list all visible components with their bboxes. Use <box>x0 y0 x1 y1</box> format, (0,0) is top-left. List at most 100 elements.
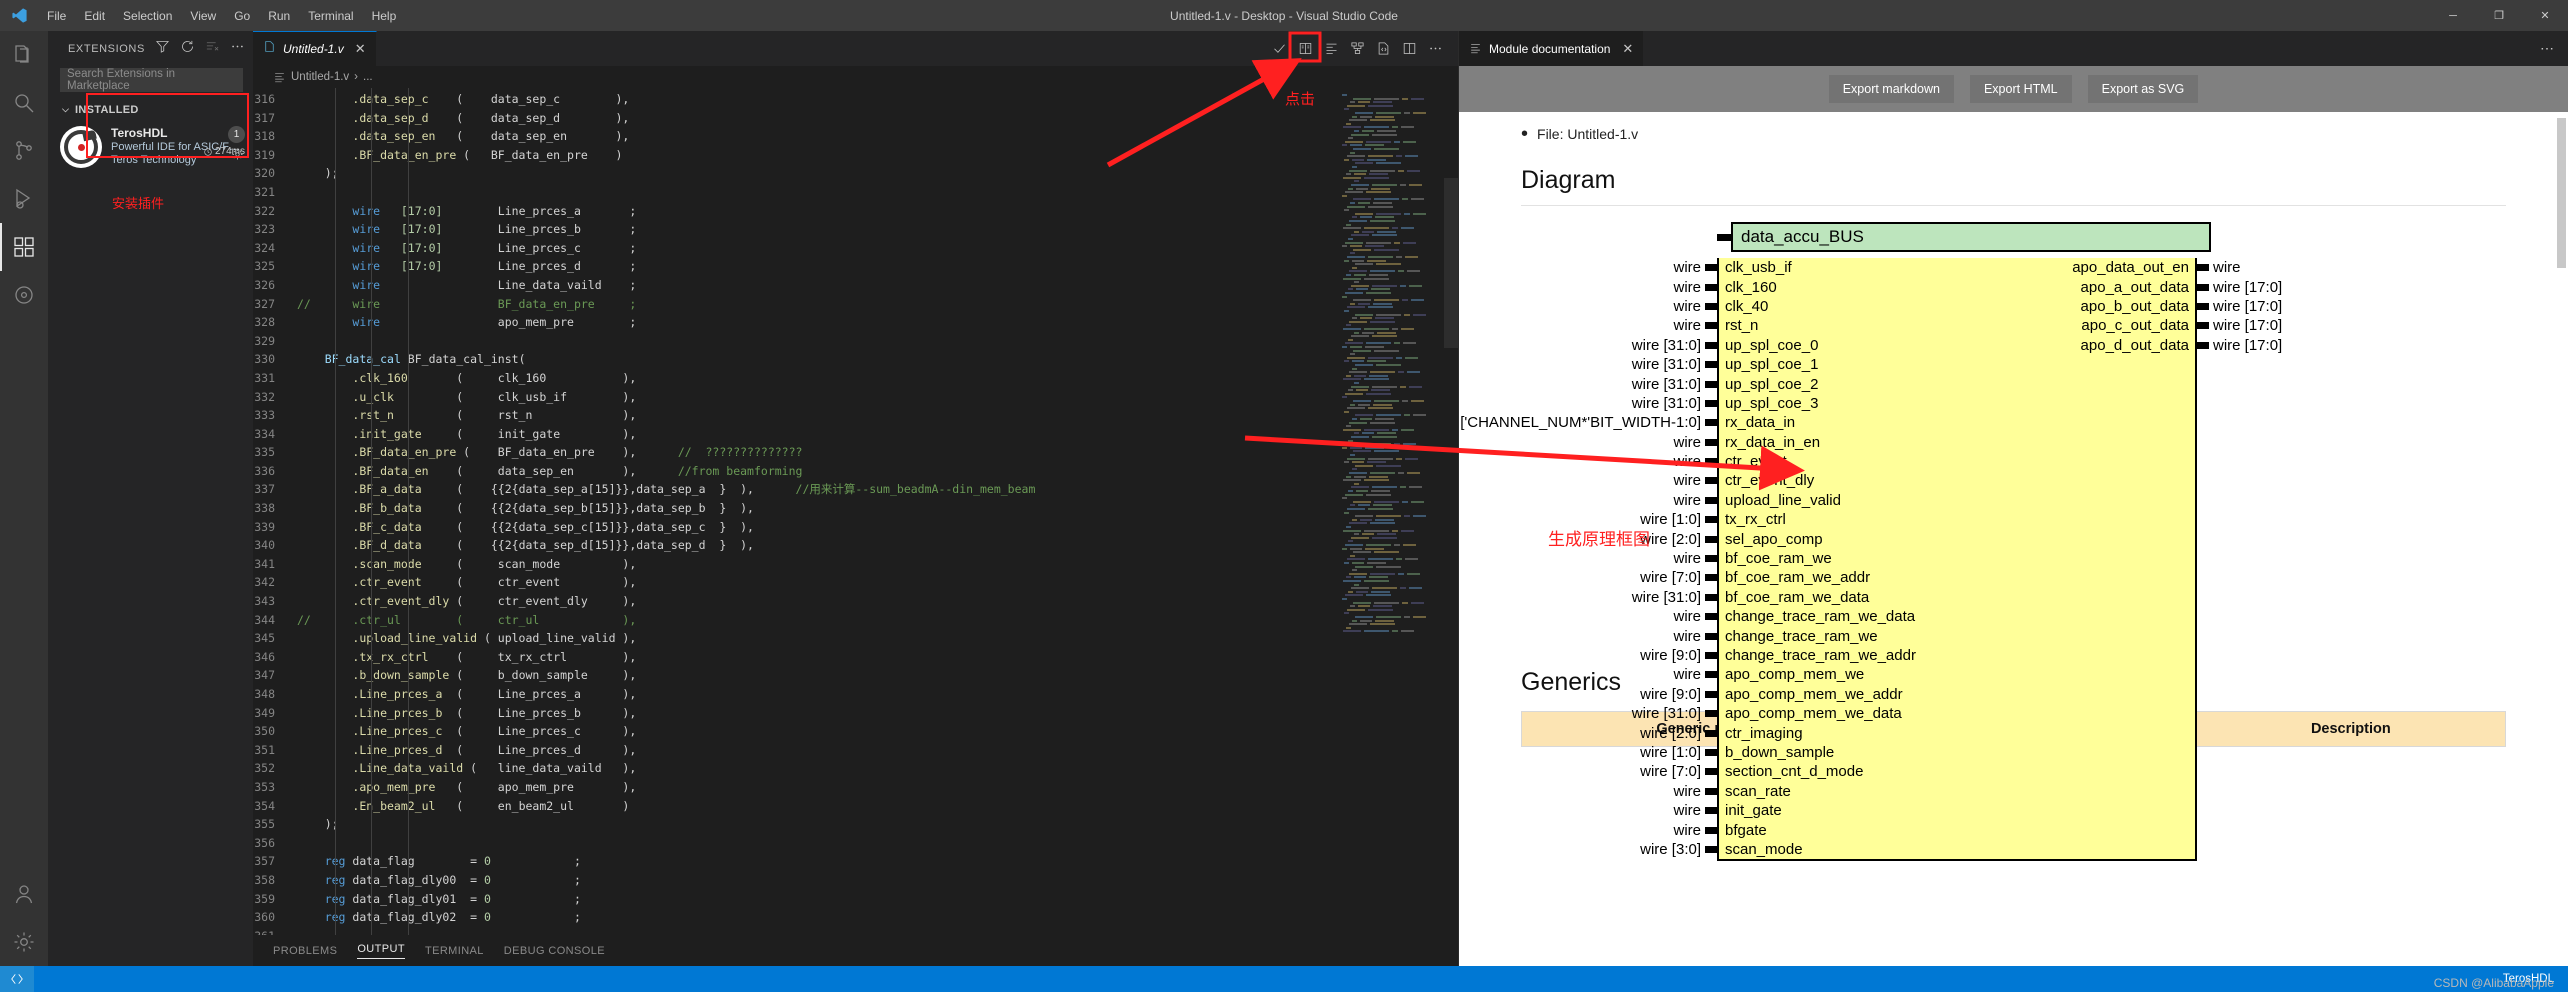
code-line[interactable]: 332 .u_clk ( clk_usb_if ), <box>253 388 1338 407</box>
editor-tab-actions[interactable] <box>1266 31 1458 66</box>
code-line[interactable]: 342 .ctr_event ( ctr_event ), <box>253 573 1338 592</box>
code-line[interactable]: 323 wire [17:0] Line_prces_b ; <box>253 220 1338 239</box>
panel-tab-terminal[interactable]: TERMINAL <box>425 945 484 957</box>
code-line[interactable]: 343 .ctr_event_dly ( ctr_event_dly ), <box>253 592 1338 611</box>
code-line[interactable]: 352 .Line_data_vaild ( line_data_vaild )… <box>253 759 1338 778</box>
code-line[interactable]: 356 <box>253 834 1338 853</box>
template-code-icon[interactable] <box>1370 31 1396 66</box>
breadcrumb[interactable]: Untitled-1.v › ... <box>253 66 1458 88</box>
activity-extensions-icon[interactable] <box>0 223 48 271</box>
activity-teros-hdl-icon[interactable] <box>0 271 48 319</box>
code-line[interactable]: 333 .rst_n ( rst_n ), <box>253 406 1338 425</box>
code-line[interactable]: 345 .upload_line_valid ( upload_line_val… <box>253 629 1338 648</box>
extension-item-teroshdl[interactable]: TerosHDL Powerful IDE for ASIC/FPGA stat… <box>48 120 253 174</box>
breadcrumb-file[interactable]: Untitled-1.v <box>291 71 349 83</box>
code-line[interactable]: 322 wire [17:0] Line_prces_a ; <box>253 202 1338 221</box>
code-line[interactable]: 359 reg data_flag_dly01 = 0 ; <box>253 890 1338 909</box>
state-machine-icon[interactable] <box>1318 31 1344 66</box>
code-line[interactable]: 324 wire [17:0] Line_prces_c ; <box>253 239 1338 258</box>
code-line[interactable]: 348 .Line_prces_a ( Line_prces_a ), <box>253 685 1338 704</box>
code-line[interactable]: 319 .BF_data_en_pre ( BF_data_en_pre ) <box>253 146 1338 165</box>
menu-view[interactable]: View <box>181 5 225 27</box>
installed-section-header[interactable]: INSTALLED <box>48 100 253 120</box>
menu-run[interactable]: Run <box>259 5 299 27</box>
code-line[interactable]: 354 .En_beam2_ul ( en_beam2_ul ) <box>253 797 1338 816</box>
tab-module-documentation[interactable]: Module documentation ✕ <box>1459 31 1644 66</box>
activity-search-icon[interactable] <box>0 79 48 127</box>
code-line[interactable]: 347 .b_down_sample ( b_down_sample ), <box>253 666 1338 685</box>
tab-untitled-1-v[interactable]: Untitled-1.v ✕ <box>253 31 377 66</box>
minimap-slider[interactable] <box>1444 178 1458 348</box>
split-editor-icon[interactable] <box>1396 31 1422 66</box>
clear-search-icon[interactable] <box>205 39 220 59</box>
code-line[interactable]: 341 .scan_mode ( scan_mode ), <box>253 555 1338 574</box>
menu-bar[interactable]: File Edit Selection View Go Run Terminal… <box>38 5 405 27</box>
code-line[interactable]: 328 wire apo_mem_pre ; <box>253 313 1338 332</box>
check-icon[interactable] <box>1266 31 1292 66</box>
refresh-icon[interactable] <box>180 39 195 59</box>
code-line[interactable]: 331 .clk_160 ( clk_160 ), <box>253 369 1338 388</box>
menu-edit[interactable]: Edit <box>75 5 114 27</box>
sidebar-actions[interactable] <box>155 39 245 59</box>
extension-gear-icon[interactable] <box>231 148 244 166</box>
code-line[interactable]: 350 .Line_prces_c ( Line_prces_c ), <box>253 722 1338 741</box>
code-line[interactable]: 320 ); <box>253 164 1338 183</box>
code-line[interactable]: 339 .BF_c_data ( {{2{data_sep_c[15]}},da… <box>253 518 1338 537</box>
panel-tab-problems[interactable]: PROBLEMS <box>273 945 337 957</box>
filter-icon[interactable] <box>155 39 170 59</box>
code-line[interactable]: 344 // .ctr_ul ( ctr_ul ), <box>253 611 1338 630</box>
code-editor[interactable]: 316 .data_sep_c ( data_sep_c ), 317 .data… <box>253 88 1338 935</box>
code-line[interactable]: 357 reg data_flag = 0 ; <box>253 852 1338 871</box>
activity-source-control-icon[interactable] <box>0 127 48 175</box>
breadcrumb-more[interactable]: ... <box>363 71 373 83</box>
panel-tab-bar[interactable]: PROBLEMS OUTPUT TERMINAL DEBUG CONSOLE <box>253 935 1458 966</box>
code-line[interactable]: 336 .BF_data_en ( data_sep_en ), //from … <box>253 462 1338 481</box>
code-line[interactable]: 353 .apo_mem_pre ( apo_mem_pre ), <box>253 778 1338 797</box>
editor-more-actions-icon[interactable] <box>1422 31 1448 66</box>
code-line[interactable]: 334 .init_gate ( init_gate ), <box>253 425 1338 444</box>
doc-panel-more-icon[interactable]: ⋯ <box>2540 40 2568 57</box>
activity-account-icon[interactable] <box>0 870 48 918</box>
menu-go[interactable]: Go <box>225 5 259 27</box>
code-line[interactable]: 316 .data_sep_c ( data_sep_c ), <box>253 90 1338 109</box>
menu-file[interactable]: File <box>38 5 75 27</box>
tab-close-icon[interactable]: ✕ <box>355 41 366 57</box>
schematic-icon[interactable] <box>1344 31 1370 66</box>
code-line[interactable]: 358 reg data_flag_dly00 = 0 ; <box>253 871 1338 890</box>
activity-settings-gear-icon[interactable] <box>0 918 48 966</box>
code-line[interactable]: 337 .BF_a_data ( {{2{data_sep_a[15]}},da… <box>253 480 1338 499</box>
export-html-button[interactable]: Export HTML <box>1969 75 2072 103</box>
code-line[interactable]: 349 .Line_prces_b ( Line_prces_b ), <box>253 704 1338 723</box>
search-extensions-input[interactable]: Search Extensions in Marketplace <box>60 68 243 92</box>
remote-window-icon[interactable] <box>0 966 34 992</box>
code-line[interactable]: 335 .BF_data_en_pre ( BF_data_en_pre ), … <box>253 443 1338 462</box>
export-svg-button[interactable]: Export as SVG <box>2087 75 2199 103</box>
code-line[interactable]: 325 wire [17:0] Line_prces_d ; <box>253 257 1338 276</box>
code-line[interactable]: 326 wire Line_data_vaild ; <box>253 276 1338 295</box>
export-markdown-button[interactable]: Export markdown <box>1828 75 1954 103</box>
menu-help[interactable]: Help <box>363 5 406 27</box>
more-actions-icon[interactable] <box>230 39 245 59</box>
code-line[interactable]: 321 <box>253 183 1338 202</box>
code-line[interactable]: 361 <box>253 927 1338 935</box>
code-line[interactable]: 351 .Line_prces_d ( Line_prces_d ), <box>253 741 1338 760</box>
minimize-button[interactable]: ─ <box>2430 0 2476 31</box>
panel-tab-debug-console[interactable]: DEBUG CONSOLE <box>504 945 605 957</box>
code-line[interactable]: 330 BF_data_cal BF_data_cal_inst( <box>253 350 1338 369</box>
code-line[interactable]: 346 .tx_rx_ctrl ( tx_rx_ctrl ), <box>253 648 1338 667</box>
menu-terminal[interactable]: Terminal <box>299 5 362 27</box>
activity-explorer-icon[interactable] <box>0 31 48 79</box>
code-line[interactable]: 338 .BF_b_data ( {{2{data_sep_b[15]}},da… <box>253 499 1338 518</box>
code-line[interactable]: 318 .data_sep_en ( data_sep_en ), <box>253 127 1338 146</box>
code-line[interactable]: 340 .BF_d_data ( {{2{data_sep_d[15]}},da… <box>253 536 1338 555</box>
code-line[interactable]: 327 // wire BF_data_en_pre ; <box>253 295 1338 314</box>
module-documentation-icon[interactable] <box>1292 31 1318 66</box>
close-button[interactable]: ✕ <box>2522 0 2568 31</box>
panel-tab-output[interactable]: OUTPUT <box>357 943 405 959</box>
doc-tab-close-icon[interactable]: ✕ <box>1622 41 1633 57</box>
code-line[interactable]: 355 ); <box>253 815 1338 834</box>
code-line[interactable]: 329 <box>253 332 1338 351</box>
maximize-button[interactable]: ❐ <box>2476 0 2522 31</box>
minimap[interactable] <box>1338 88 1458 935</box>
window-controls[interactable]: ─ ❐ ✕ <box>2430 0 2568 31</box>
